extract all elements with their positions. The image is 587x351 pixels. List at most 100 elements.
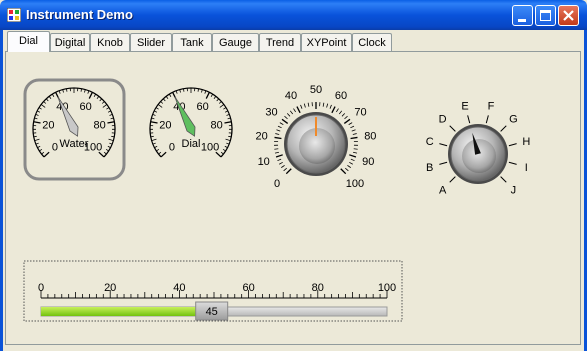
letter-knob-label: G (509, 114, 518, 126)
green-dial-label: Dial (182, 138, 201, 150)
numeric-knob-tick (350, 136, 358, 140)
numeric-knob-tick (340, 168, 347, 175)
water-dial-tick (111, 135, 115, 138)
numeric-knob-tick (293, 108, 296, 113)
slider-tick-label: 100 (378, 282, 396, 294)
green-dial-tick-label: 0 (169, 142, 175, 154)
letter-knob-label: A (439, 184, 447, 196)
numeric-knob-tick (341, 113, 346, 117)
green-dial-tick (165, 96, 169, 99)
green-dial-tick (152, 142, 156, 145)
green-dial-tick (154, 145, 158, 148)
slider-tick-label: 40 (173, 282, 185, 294)
numeric-knob-tick-label: 100 (346, 178, 364, 190)
green-dial-tick (150, 121, 158, 124)
green-dial-tick-label: 80 (210, 119, 222, 131)
numeric-knob-tick (347, 165, 351, 168)
letter-knob-tick (500, 125, 507, 132)
water-dial-tick (33, 135, 37, 138)
green-dial-tick (224, 121, 232, 124)
numeric-knob-tick (281, 165, 285, 168)
water-dial-tick-label: 0 (52, 142, 58, 154)
app-window: Instrument Demo Dial Digital Knob Slider… (0, 0, 587, 351)
slider-tick-label: 80 (312, 282, 324, 294)
letter-knob-tick (449, 176, 456, 183)
numeric-knob-tick-label: 40 (285, 90, 297, 102)
letter-knob-label: C (426, 136, 434, 148)
numeric-knob-tick (349, 154, 357, 158)
letter-knob-label: F (488, 101, 495, 113)
water-dial-tick-label: 60 (80, 101, 92, 113)
green-dial-tick (160, 101, 164, 104)
green-dial-tick (216, 98, 220, 102)
letter-knob-tick (485, 115, 489, 124)
numeric-knob-tick (285, 168, 292, 175)
green-dial-tick (218, 101, 222, 104)
green-dial-tick (225, 138, 231, 141)
numeric-knob-tick (351, 129, 356, 132)
green-dial-tick (197, 88, 199, 92)
numeric-knob-tick (352, 151, 358, 154)
green-dial-tick (179, 89, 181, 93)
water-dial[interactable]: 020406080100 Water (23, 78, 126, 181)
numeric-knob-tick (322, 102, 325, 107)
water-dial-tick-label: 20 (42, 119, 54, 131)
linear-slider[interactable]: 0 20 40 60 80 100 45 (23, 260, 403, 322)
numeric-knob-tick (284, 115, 288, 120)
green-dial-tick (162, 98, 166, 102)
green-dial-tick (222, 149, 226, 152)
letter-knob-tick (500, 176, 507, 183)
numeric-knob-tick-label: 70 (354, 107, 366, 119)
numeric-knob-tick (348, 122, 353, 126)
numeric-knob-tick-label: 90 (362, 156, 374, 168)
letter-knob-tick (508, 161, 517, 165)
numeric-knob-tick-label: 80 (364, 130, 376, 142)
numeric-knob-tick (281, 118, 289, 124)
letter-knob-label: H (522, 136, 530, 148)
letter-knob-tick (439, 143, 448, 147)
letter-knob-tick (508, 143, 517, 147)
numeric-knob-tick (344, 115, 348, 120)
numeric-knob-tick (350, 125, 355, 129)
numeric-knob-tick (326, 103, 329, 108)
numeric-knob-tick (338, 110, 343, 115)
green-dial-tick (226, 114, 230, 116)
letter-knob-label: D (439, 114, 447, 126)
green-dial-tick (156, 149, 160, 152)
water-dial-tick-label: 80 (93, 119, 105, 131)
green-dial-tick (210, 93, 214, 97)
green-dial-tick (158, 151, 162, 155)
green-dial-tick (154, 110, 158, 113)
green-dial-tick (152, 114, 156, 116)
green-dial-tick (224, 110, 228, 113)
numeric-knob-tick (276, 129, 281, 132)
letter-knob-tick (439, 161, 448, 165)
green-dial-tick (168, 93, 172, 97)
numeric-knob[interactable]: 0 10 20 30 40 50 60 70 80 90 100 (256, 84, 377, 190)
numeric-knob-tick (275, 133, 280, 135)
numeric-knob-tick (307, 102, 310, 107)
letter-knob[interactable]: AB CD E F GH IJ (426, 101, 531, 197)
numeric-knob-tick-label: 20 (256, 130, 268, 142)
green-dial[interactable]: 020406080100 Dial (149, 87, 233, 158)
numeric-knob-tick (283, 167, 287, 172)
numeric-knob-tick (275, 154, 283, 158)
letter-knob-label: I (525, 162, 528, 174)
numeric-knob-tick (279, 122, 284, 126)
numeric-knob-tick (289, 110, 294, 115)
tab-dial[interactable]: Dial (7, 31, 50, 52)
numeric-knob-tick (277, 158, 282, 162)
green-dial-tick (204, 90, 207, 94)
numeric-knob-tick-label: 30 (265, 107, 277, 119)
numeric-knob-tick (343, 118, 351, 124)
green-dial-tick-label: 100 (201, 142, 219, 154)
numeric-knob-tick (274, 136, 282, 140)
water-dial-label: Water (60, 138, 89, 150)
numeric-knob-tick (349, 161, 353, 165)
green-dial-tick (205, 92, 210, 99)
numeric-knob-tick (274, 148, 279, 150)
numeric-knob-tick (274, 151, 280, 154)
green-dial-tick-label: 20 (159, 119, 171, 131)
green-dial-tick (155, 107, 159, 110)
numeric-knob-tick (352, 133, 357, 135)
